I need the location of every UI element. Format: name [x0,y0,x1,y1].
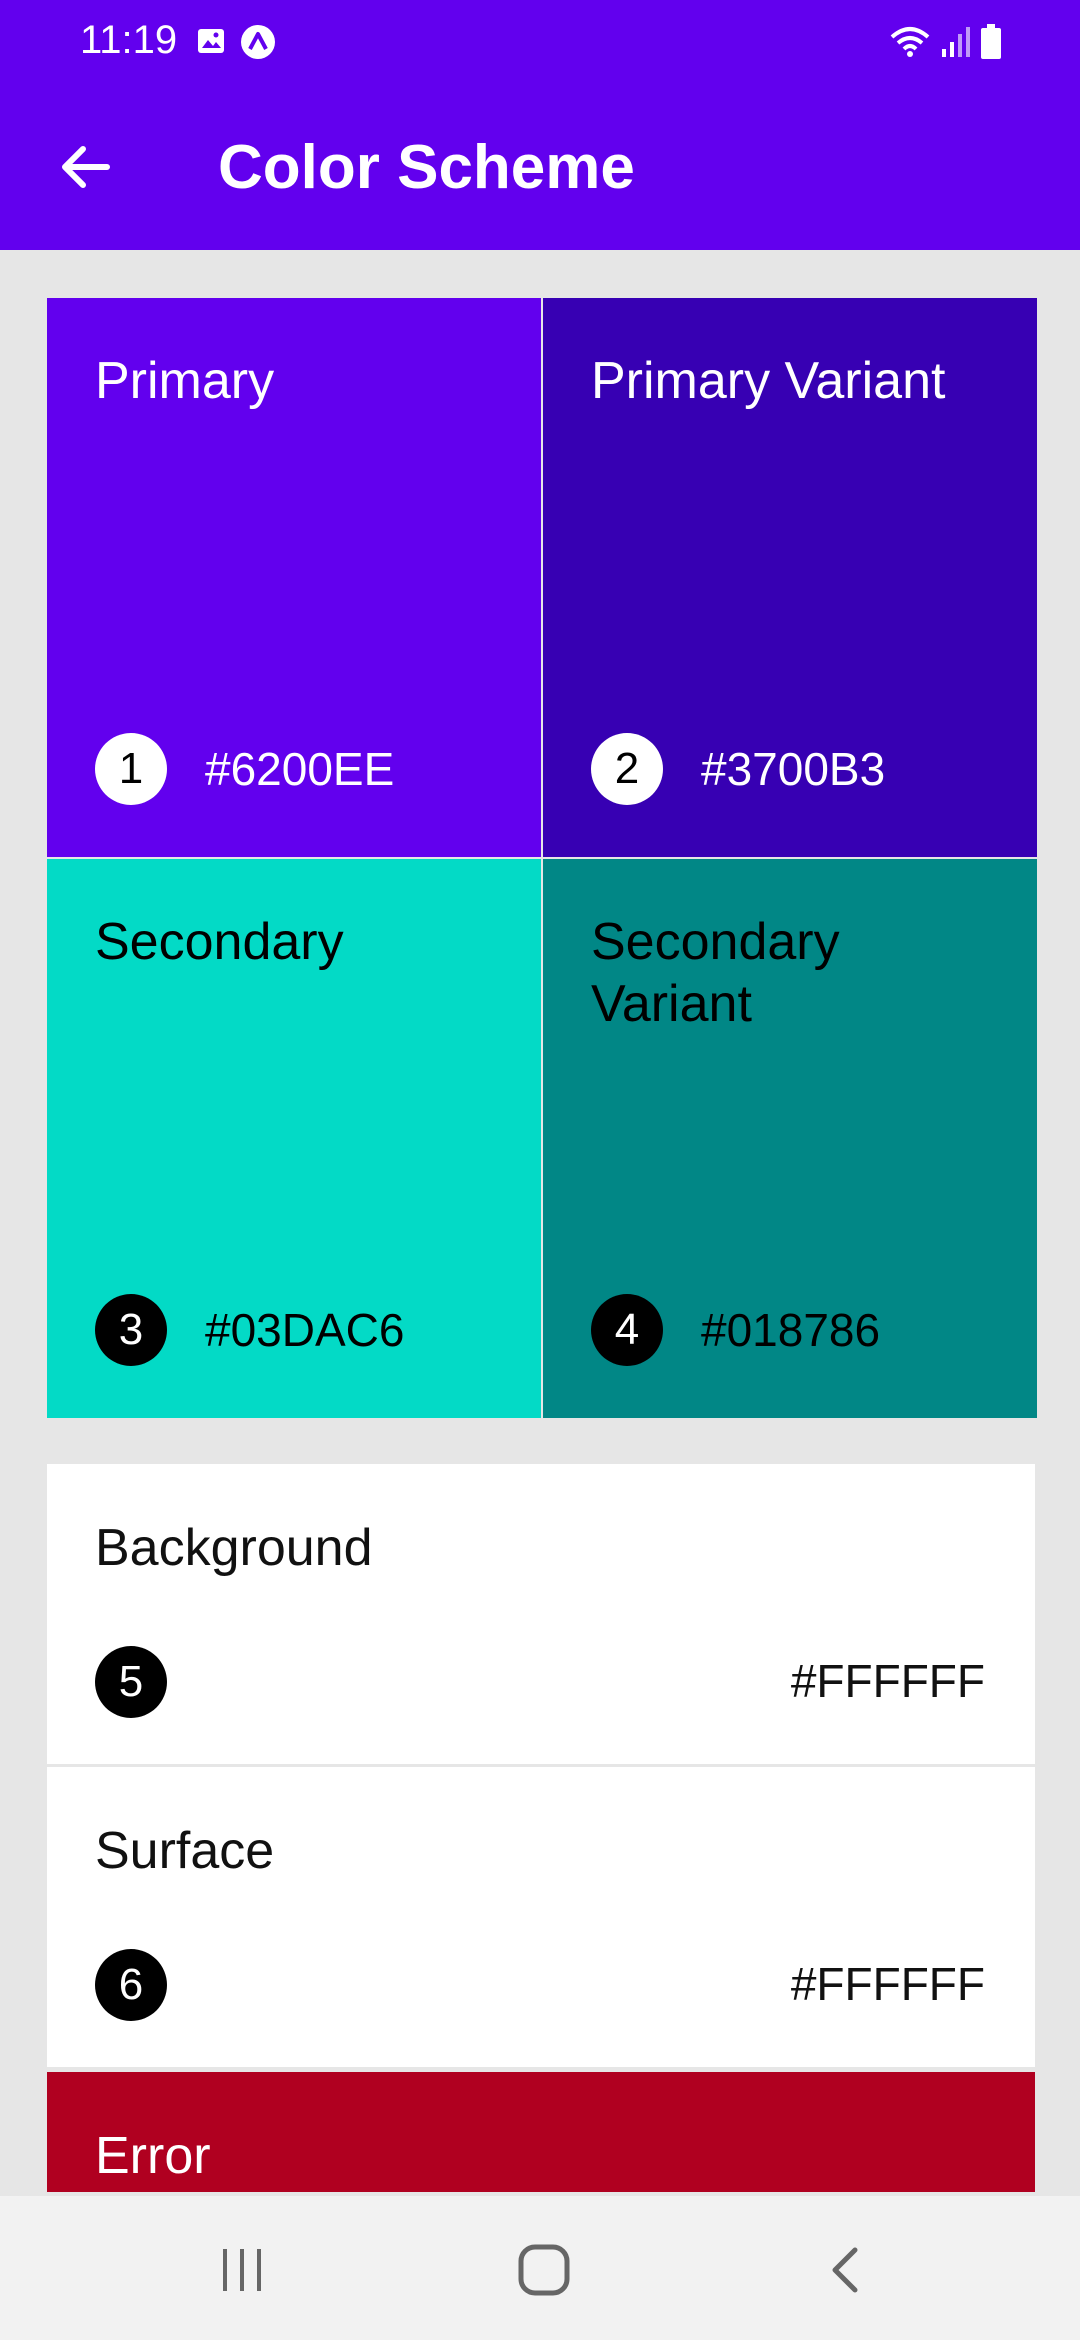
number-badge: 1 [95,733,167,805]
app-notification-icon [241,25,275,59]
system-nav-bar [0,2196,1080,2340]
tile-title: Secondary Variant [591,913,840,1033]
tile-footer: 2 #3700B3 [591,733,885,805]
recent-apps-button[interactable] [192,2230,292,2310]
battery-icon [981,24,1001,59]
hex-value: #3700B3 [701,743,886,795]
color-tile-primary[interactable]: Primary 1 #6200EE [47,298,541,857]
back-icon [832,2247,858,2293]
row-title: Surface [95,1822,275,1880]
arrow-back-icon [62,146,110,188]
hex-value: #03DAC6 [205,1304,405,1356]
color-row-surface[interactable]: Surface 6 #FFFFFF [47,1767,1035,2067]
home-button[interactable] [494,2230,594,2310]
color-grid: Primary 1 #6200EE Primary Variant 2 #370… [47,298,1037,1418]
color-row-error[interactable]: Error [47,2072,1035,2192]
tile-footer: 3 #03DAC6 [95,1294,404,1366]
signal-icon [942,27,970,57]
hex-value: #018786 [701,1304,881,1356]
row-title: Error [95,2127,211,2185]
color-row-background[interactable]: Background 5 #FFFFFF [47,1464,1035,1764]
tile-title: Primary Variant [591,352,946,410]
status-time: 11:19 [80,18,178,62]
tile-footer: 4 #018786 [591,1294,880,1366]
gallery-icon [198,29,224,53]
tile-title: Primary [95,352,275,410]
wifi-icon [890,27,930,57]
color-tile-secondary[interactable]: Secondary 3 #03DAC6 [47,859,541,1418]
number-badge: 6 [95,1949,167,2021]
row-title: Background [95,1519,373,1577]
home-icon [518,2244,570,2296]
hex-value: #FFFFFF [790,1655,985,1707]
hex-value: #6200EE [205,743,395,795]
number-badge: 2 [591,733,663,805]
hex-value: #FFFFFF [790,1958,985,2010]
status-bar: 11:19 [0,0,1080,84]
app-bar: Color Scheme [0,84,1080,250]
status-icons [890,22,1002,62]
number-badge: 4 [591,1294,663,1366]
color-tile-secondary-variant[interactable]: Secondary Variant 4 #018786 [543,859,1037,1418]
number-badge: 5 [95,1646,167,1718]
number-badge: 3 [95,1294,167,1366]
color-tile-primary-variant[interactable]: Primary Variant 2 #3700B3 [543,298,1037,857]
tile-footer: 1 #6200EE [95,733,394,805]
recent-apps-icon [223,2249,261,2291]
back-button[interactable] [40,122,130,212]
page-title: Color Scheme [218,133,635,202]
tile-title: Secondary [95,913,344,971]
nav-back-button[interactable] [796,2230,896,2310]
